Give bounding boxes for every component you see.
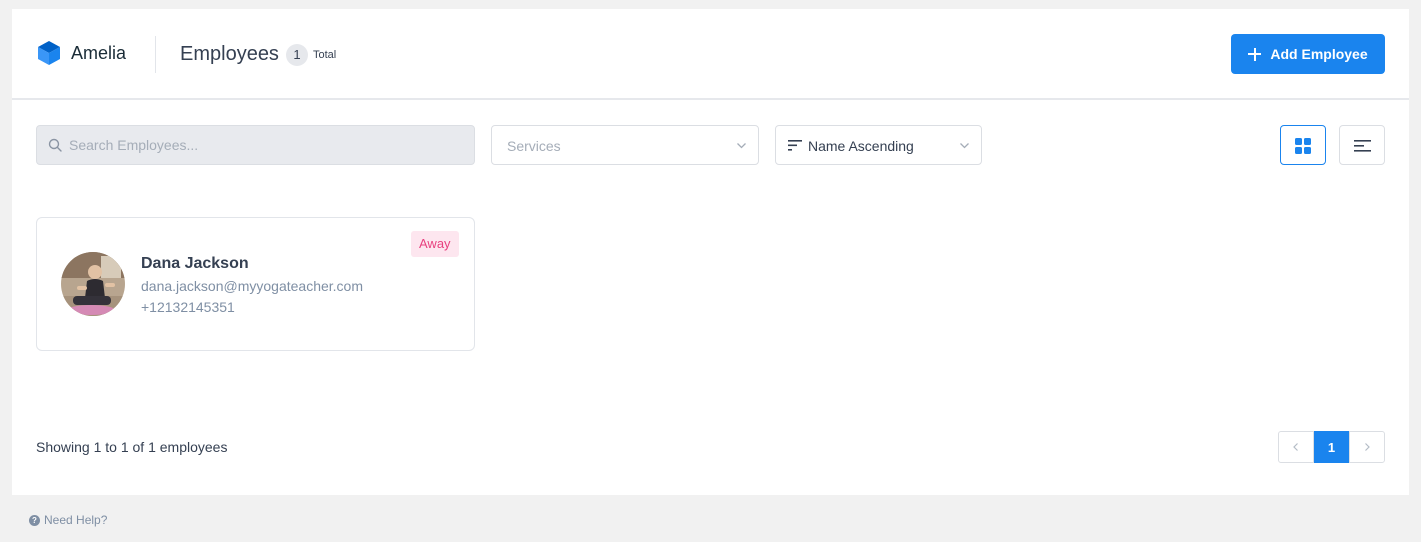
- search-input[interactable]: [69, 126, 469, 164]
- pagination: 1: [1278, 431, 1385, 463]
- plus-icon: [1248, 47, 1262, 61]
- sort-select[interactable]: Name Ascending: [775, 125, 982, 165]
- employee-card[interactable]: Dana Jackson dana.jackson@myyogateacher.…: [36, 217, 475, 351]
- list-view-icon: [1354, 140, 1371, 152]
- page-1-button[interactable]: 1: [1314, 431, 1349, 463]
- need-help-label: Need Help?: [44, 513, 108, 527]
- list-view-button[interactable]: [1339, 125, 1385, 165]
- avatar: [61, 252, 125, 316]
- employees-panel: Amelia Employees 1 Total Add Employee Se…: [12, 9, 1409, 495]
- employee-name: Dana Jackson: [141, 255, 249, 272]
- employee-phone: +12132145351: [141, 299, 235, 315]
- add-employee-label: Add Employee: [1270, 46, 1368, 62]
- search-icon: [48, 138, 62, 152]
- add-employee-button[interactable]: Add Employee: [1231, 34, 1385, 74]
- chevron-down-icon: [960, 143, 969, 149]
- services-placeholder: Services: [507, 138, 561, 154]
- brand-name: Amelia: [71, 43, 127, 63]
- services-select[interactable]: Services: [491, 125, 759, 165]
- grid-view-icon: [1295, 138, 1311, 154]
- help-icon: ?: [29, 514, 40, 526]
- page-title: Employees: [180, 43, 279, 65]
- showing-count: Showing 1 to 1 of 1 employees: [36, 439, 228, 455]
- chevron-right-icon: [1365, 443, 1370, 451]
- employee-email: dana.jackson@myyogateacher.com: [141, 278, 363, 294]
- sort-icon: [788, 140, 802, 151]
- employee-count-label: Total: [313, 49, 337, 61]
- grid-view-button[interactable]: [1280, 125, 1326, 165]
- prev-page-button[interactable]: [1278, 431, 1314, 463]
- need-help-link[interactable]: ? Need Help?: [29, 513, 107, 527]
- chevron-down-icon: [737, 143, 746, 149]
- amelia-logo-icon: [38, 41, 60, 65]
- header-divider: [155, 36, 156, 73]
- status-badge: Away: [411, 231, 459, 257]
- chevron-left-icon: [1293, 443, 1298, 451]
- sort-value: Name Ascending: [808, 138, 914, 154]
- employee-count-badge: 1: [286, 44, 308, 66]
- page-header: Amelia Employees 1 Total Add Employee: [12, 9, 1409, 100]
- next-page-button[interactable]: [1349, 431, 1385, 463]
- search-box: [36, 125, 475, 165]
